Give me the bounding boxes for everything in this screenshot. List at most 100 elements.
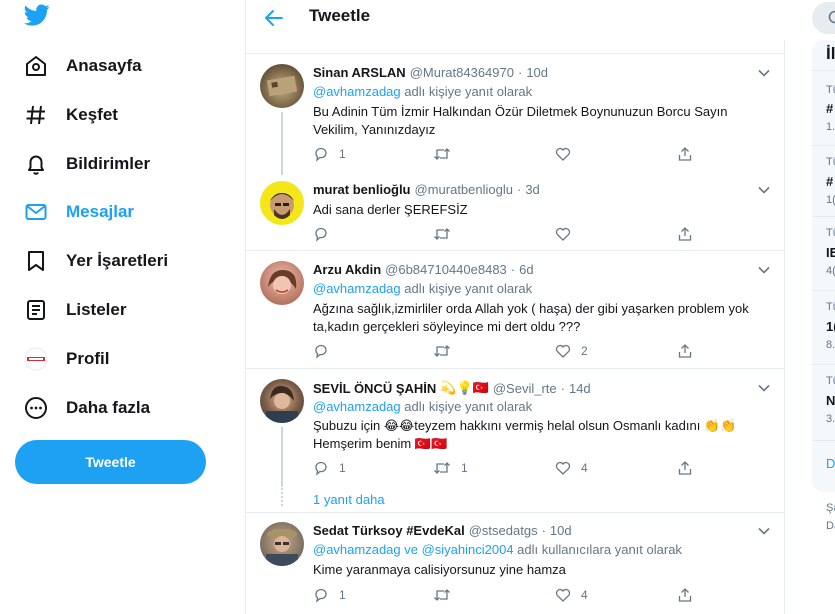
back-arrow-icon[interactable] — [262, 6, 286, 30]
chevron-down-icon[interactable] — [757, 183, 771, 197]
avatar[interactable] — [260, 379, 304, 423]
reply-button[interactable] — [313, 343, 339, 359]
heart-icon — [555, 588, 571, 602]
retweet-button[interactable] — [433, 343, 461, 359]
retweet-button[interactable] — [433, 587, 461, 603]
author-handle[interactable]: @Sevil_rte — [493, 381, 557, 396]
tweet-time[interactable]: 14d — [569, 381, 591, 396]
trend-item[interactable]: Tü N 3. — [812, 365, 835, 429]
nav-bookmarks[interactable]: Yer İşaretleri — [24, 241, 168, 281]
like-button[interactable]: 4 — [555, 587, 588, 603]
trend-item[interactable]: Tü # 1. — [812, 71, 835, 135]
share-button[interactable] — [677, 343, 693, 359]
list-icon — [24, 298, 48, 322]
reply-button[interactable]: 1 — [313, 460, 346, 476]
twitter-bird-icon[interactable] — [24, 2, 50, 28]
chevron-down-icon[interactable] — [757, 66, 771, 80]
share-button[interactable] — [677, 460, 693, 476]
avatar[interactable] — [260, 261, 304, 305]
tweet-time[interactable]: 10d — [550, 523, 572, 538]
author-handle[interactable]: @muratbenlioglu — [415, 182, 513, 197]
author-handle[interactable]: @stsedatgs — [469, 523, 538, 538]
share-button[interactable] — [677, 146, 693, 162]
author-name[interactable]: murat benlioğlu — [313, 182, 411, 197]
mention-link[interactable]: @avhamzadag — [313, 399, 401, 414]
like-button[interactable] — [555, 146, 581, 162]
tweet-item[interactable]: Arzu Akdin @6b84710440e8483 · 6d @avhamz… — [246, 252, 785, 369]
author-handle[interactable]: @Murat84364970 — [410, 65, 514, 80]
reply-context-text: adlı kullanıcılara yanıt olarak — [513, 542, 682, 557]
trend-context: Tü — [826, 84, 835, 96]
retweet-button[interactable] — [433, 146, 461, 162]
tweet-item[interactable]: murat benlioğlu @muratbenlioglu · 3d Adi… — [246, 175, 785, 251]
retweet-count: 1 — [461, 461, 468, 475]
tweet-actions: 1 — [313, 146, 713, 164]
like-count: 2 — [581, 344, 588, 358]
more-replies-link[interactable]: 1 yanıt daha — [313, 492, 385, 507]
reply-button[interactable] — [313, 226, 339, 242]
mention-link[interactable]: @avhamzadag — [313, 281, 401, 296]
search-input[interactable] — [812, 2, 835, 34]
nav-profile[interactable]: Profil — [24, 339, 109, 379]
mention-link[interactable]: @avhamzadag ve @siyahinci2004 — [313, 542, 514, 557]
avatar[interactable] — [260, 522, 304, 566]
tweet-item[interactable]: SEVİL ÖNCÜ ŞAHİN 💫💡🇹🇷 @Sevil_rte · 14d @… — [246, 370, 785, 513]
nav-explore[interactable]: Keşfet — [24, 95, 118, 135]
like-button[interactable]: 4 — [555, 460, 588, 476]
reply-button[interactable]: 1 — [313, 146, 346, 162]
like-count: 4 — [581, 588, 588, 602]
trend-name: # — [826, 101, 834, 116]
tweet-actions: 1 4 — [313, 587, 713, 605]
footer-link[interactable]: Şa — [826, 502, 835, 514]
nav-lists[interactable]: Listeler — [24, 290, 126, 330]
nav-home[interactable]: Anasayfa — [24, 46, 142, 86]
divider — [812, 440, 835, 441]
trend-context: Tü — [826, 375, 835, 387]
nav-messages[interactable]: Mesajlar — [24, 192, 134, 232]
nav-notifications[interactable]: Bildirimler — [24, 144, 150, 184]
reply-icon — [315, 588, 327, 603]
tweet-text: Adi sana derler ŞEREFSİZ — [313, 202, 468, 217]
share-button[interactable] — [677, 587, 693, 603]
reply-button[interactable]: 1 — [313, 587, 346, 603]
profile-avatar-icon — [24, 347, 48, 371]
avatar[interactable] — [260, 64, 304, 108]
tweet-button[interactable]: Tweetle — [15, 440, 206, 484]
separator-dot: · — [541, 523, 546, 538]
tweet-time[interactable]: 10d — [526, 65, 548, 80]
tweet-time[interactable]: 6d — [519, 262, 533, 277]
tweet-item[interactable]: Sinan ARSLAN @Murat84364970 · 10d @avham… — [246, 55, 785, 175]
retweet-button[interactable] — [433, 226, 461, 242]
reply-context: @avhamzadag adlı kişiye yanıt olarak — [313, 84, 532, 99]
like-button[interactable] — [555, 226, 581, 242]
author-name[interactable]: Arzu Akdin — [313, 262, 381, 277]
reply-context: @avhamzadag adlı kişiye yanıt olarak — [313, 399, 532, 414]
avatar[interactable] — [260, 181, 304, 225]
author-name[interactable]: Sinan ARSLAN — [313, 65, 406, 80]
tweet-actions: 2 — [313, 343, 713, 361]
trend-count: 4( — [826, 265, 835, 277]
nav-more[interactable]: Daha fazla — [24, 388, 150, 428]
chevron-down-icon[interactable] — [757, 263, 771, 277]
author-name[interactable]: SEVİL ÖNCÜ ŞAHİN — [313, 381, 436, 396]
retweet-button[interactable]: 1 — [433, 460, 468, 476]
chevron-down-icon[interactable] — [757, 524, 771, 538]
tweet-time[interactable]: 3d — [525, 182, 539, 197]
chevron-down-icon[interactable] — [757, 381, 771, 395]
nav-bookmarks-label: Yer İşaretleri — [66, 251, 169, 270]
trend-count: 3. — [826, 413, 835, 425]
share-icon — [678, 461, 692, 475]
trend-item[interactable]: Tü 1( 8. — [812, 291, 835, 355]
trends-heading: İl — [826, 44, 835, 63]
like-button[interactable]: 2 — [555, 343, 588, 359]
footer-link[interactable]: Da — [826, 520, 835, 532]
tweet-item[interactable]: Sedat Türksoy #EvdeKal @stsedatgs · 10d … — [246, 514, 785, 614]
show-more-link[interactable]: D — [826, 456, 835, 471]
reply-count: 1 — [339, 147, 346, 161]
trend-item[interactable]: Tü IE 4( — [812, 217, 835, 281]
author-handle[interactable]: @6b84710440e8483 — [385, 262, 507, 277]
mention-link[interactable]: @avhamzadag — [313, 84, 401, 99]
trend-item[interactable]: Tü # 1( — [812, 146, 835, 210]
share-button[interactable] — [677, 226, 693, 242]
author-name[interactable]: Sedat Türksoy #EvdeKal — [313, 523, 465, 538]
